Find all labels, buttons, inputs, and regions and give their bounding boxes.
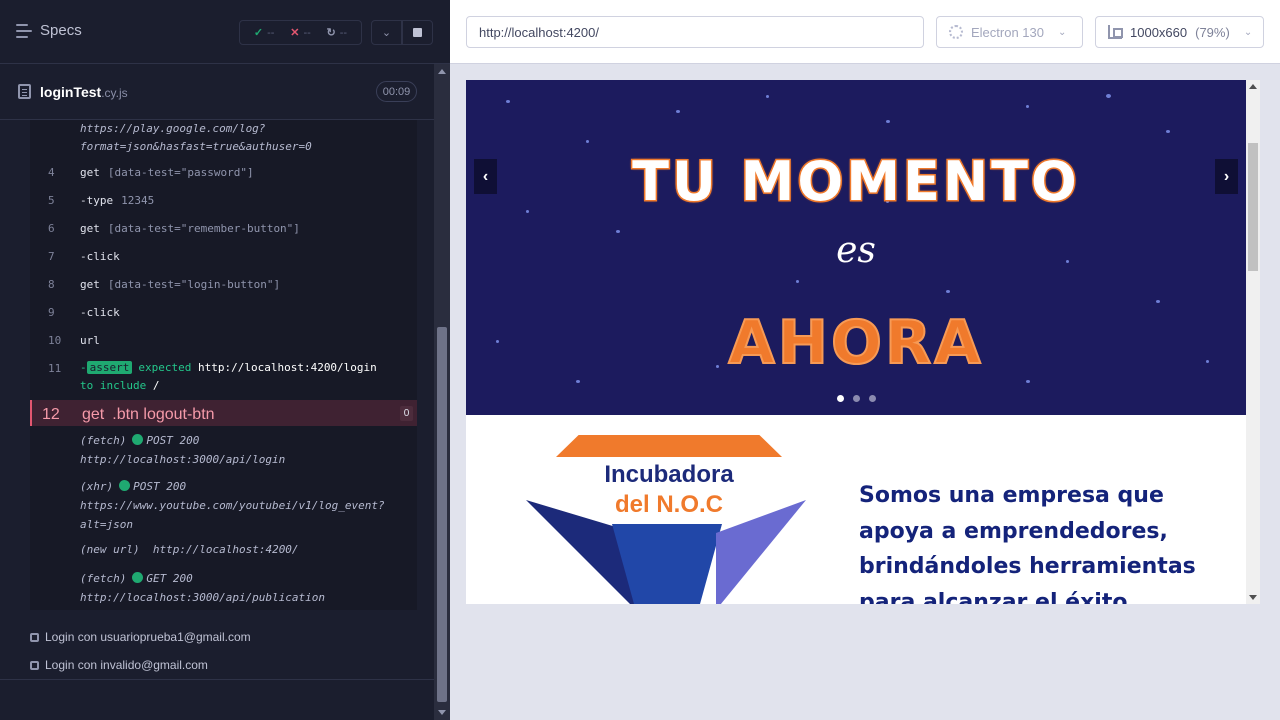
scroll-up-icon[interactable] (438, 69, 446, 74)
scroll-up-icon[interactable] (1249, 84, 1257, 89)
specs-nav[interactable]: Specs (16, 22, 82, 39)
duration-badge: 00:09 (376, 81, 417, 102)
chevron-right-icon: › (1223, 167, 1230, 185)
chevron-down-icon: ⌄ (381, 27, 392, 39)
logo-top-shape (556, 435, 782, 457)
status-dot-icon (132, 434, 144, 445)
divider (0, 679, 434, 680)
test-item[interactable]: Login con invalido@gmail.com (30, 658, 208, 672)
runner-scrollbar[interactable] (434, 64, 450, 720)
chevron-down-button[interactable]: ⌄ (371, 20, 402, 45)
failed-command-row[interactable]: 12 get .btn logout-btn 0 (30, 400, 417, 426)
viewport-size-icon (1108, 25, 1123, 39)
company-tagline: Somos una empresa que apoya a emprendedo… (859, 483, 1196, 604)
command-log: https://play.google.com/log? format=json… (30, 120, 417, 610)
viewport-selector[interactable]: 1000x660 (79%) ⌄ (1095, 16, 1264, 48)
pending-count: ↻ -- (326, 27, 348, 39)
test-status-icon (30, 660, 39, 670)
request-log-item[interactable]: (fetch) GET 200 http://localhost:3000/api… (80, 569, 325, 607)
banner-connector: es (836, 230, 876, 271)
chevron-down-icon: ⌄ (1243, 26, 1253, 38)
browser-selector[interactable]: Electron 130 ⌄ (936, 16, 1083, 48)
carousel-indicator[interactable] (869, 395, 876, 402)
request-log-item[interactable]: (fetch) POST 200 http://localhost:3000/ap… (80, 431, 285, 469)
app-scrollbar[interactable] (1246, 80, 1260, 604)
spec-file-name[interactable]: loginTest.cy.js (40, 84, 128, 100)
request-log-item[interactable]: (xhr) POST 200 https://www.youtube.com/yo… (80, 477, 385, 534)
status-dot-icon (119, 480, 131, 491)
preview-toolbar: http://localhost:4200/ Electron 130 ⌄ 10… (450, 0, 1280, 64)
scroll-down-icon[interactable] (438, 710, 446, 715)
chevron-down-icon: ⌄ (1058, 26, 1067, 38)
status-dot-icon (132, 572, 144, 583)
specs-list-icon (16, 23, 32, 38)
document-icon (18, 84, 31, 99)
carousel-next-button[interactable]: › (1215, 159, 1238, 194)
banner-headline: TU MOMENTO (631, 149, 1080, 215)
new-url-log-item[interactable]: (new url) http://localhost:4200/ (80, 540, 299, 559)
hero-carousel: TU MOMENTO es AHORA ‹ › (466, 80, 1246, 415)
scroll-thumb[interactable] (437, 327, 447, 702)
chevron-left-icon: ‹ (482, 167, 489, 185)
check-icon: ✓ (253, 27, 264, 39)
app-preview-panel: http://localhost:4200/ Electron 130 ⌄ 10… (450, 0, 1280, 720)
spinner-icon: ↻ (326, 27, 336, 39)
carousel-prev-button[interactable]: ‹ (474, 159, 497, 194)
specs-label: Specs (40, 22, 82, 39)
test-item[interactable]: Login con usuarioprueba1@gmail.com (30, 630, 251, 644)
logo-title: Incubadora (604, 461, 734, 488)
runner-header: Specs ✓ -- ✕ -- ↻ -- ⌄ (0, 0, 450, 64)
banner-highlight: AHORA (727, 307, 984, 379)
x-icon: ✕ (290, 27, 300, 39)
passed-count: ✓ -- (253, 27, 275, 39)
failed-count: ✕ -- (290, 27, 311, 39)
test-stats: ✓ -- ✕ -- ↻ -- (239, 20, 362, 45)
runner-panel: Specs ✓ -- ✕ -- ↻ -- ⌄ loginTest.cy.js 00:0… (0, 0, 450, 720)
logo-subtitle: del N.O.C (614, 491, 723, 518)
url-bar[interactable]: http://localhost:4200/ (466, 16, 924, 48)
assert-row[interactable]: 11 - assert expected http://localhost:4200… (30, 361, 417, 398)
electron-icon (949, 25, 963, 39)
stop-button[interactable] (402, 20, 433, 45)
assert-badge: assert (86, 361, 133, 374)
carousel-indicator[interactable] (853, 395, 860, 402)
test-status-icon (30, 632, 39, 642)
scroll-thumb[interactable] (1248, 143, 1258, 271)
element-count-badge: 0 (400, 406, 413, 421)
app-under-test: TU MOMENTO es AHORA ‹ › Incubadora del N… (466, 80, 1260, 604)
command-url-continuation: https://play.google.com/log? format=json… (80, 122, 312, 153)
scroll-down-icon[interactable] (1249, 595, 1257, 600)
carousel-indicator-active[interactable] (837, 395, 844, 402)
